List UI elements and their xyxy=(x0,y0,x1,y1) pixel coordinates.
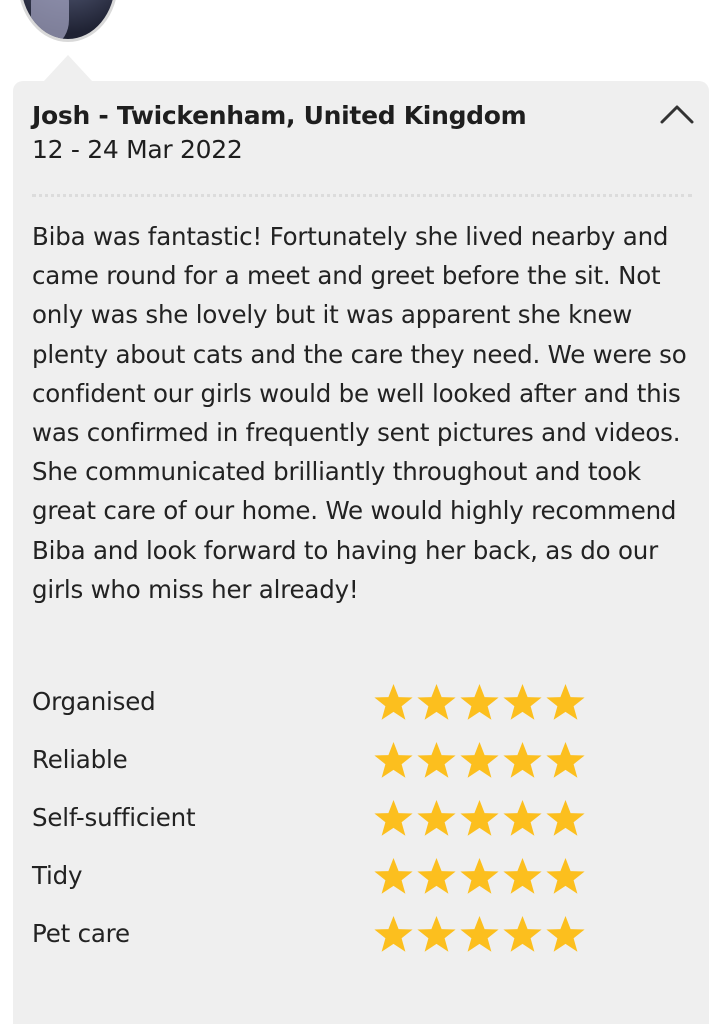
avatar-image-detail xyxy=(31,0,69,39)
star-rating xyxy=(372,914,587,954)
star-filled-icon xyxy=(460,742,499,778)
star-filled-icon xyxy=(417,916,456,952)
rating-row-self-sufficient: Self-sufficient xyxy=(32,796,692,854)
star-filled-icon xyxy=(460,858,499,894)
star-filled-icon xyxy=(417,684,456,720)
review-header[interactable]: Josh - Twickenham, United Kingdom 12 - 2… xyxy=(32,99,682,167)
rating-row-organised: Organised xyxy=(32,680,692,738)
rating-label: Tidy xyxy=(32,861,83,890)
star-filled-icon xyxy=(546,916,585,952)
star-filled-icon xyxy=(546,800,585,836)
star-filled-icon xyxy=(374,916,413,952)
rating-label: Reliable xyxy=(32,745,128,774)
star-filled-icon xyxy=(374,858,413,894)
star-filled-icon xyxy=(503,800,542,836)
star-filled-icon xyxy=(417,858,456,894)
sit-dates: 12 - 24 Mar 2022 xyxy=(32,135,243,164)
star-filled-icon xyxy=(374,800,413,836)
star-filled-icon xyxy=(417,742,456,778)
card-pointer xyxy=(44,55,92,81)
star-filled-icon xyxy=(546,684,585,720)
star-filled-icon xyxy=(460,800,499,836)
star-filled-icon xyxy=(503,742,542,778)
star-filled-icon xyxy=(374,684,413,720)
star-rating xyxy=(372,682,587,722)
star-rating xyxy=(372,856,587,896)
star-rating xyxy=(372,740,587,780)
star-filled-icon xyxy=(374,742,413,778)
star-filled-icon xyxy=(503,684,542,720)
rating-row-tidy: Tidy xyxy=(32,854,692,912)
star-filled-icon xyxy=(460,684,499,720)
chevron-up-icon[interactable] xyxy=(659,101,695,127)
star-filled-icon xyxy=(503,858,542,894)
star-filled-icon xyxy=(546,742,585,778)
rating-label: Pet care xyxy=(32,919,130,948)
reviewer-avatar xyxy=(18,0,118,42)
reviewer-name: Josh - Twickenham, United Kingdom xyxy=(32,101,527,130)
rating-row-pet-care: Pet care xyxy=(32,912,692,970)
divider xyxy=(32,194,692,197)
review-card: Josh - Twickenham, United Kingdom 12 - 2… xyxy=(13,81,709,1024)
review-text: Biba was fantastic! Fortunately she live… xyxy=(32,222,687,604)
star-filled-icon xyxy=(417,800,456,836)
rating-row-reliable: Reliable xyxy=(32,738,692,796)
ratings-list: Organised Reliable Self-sufficient Tidy … xyxy=(32,680,692,970)
star-filled-icon xyxy=(503,916,542,952)
star-filled-icon xyxy=(460,916,499,952)
rating-label: Organised xyxy=(32,687,156,716)
star-filled-icon xyxy=(546,858,585,894)
rating-label: Self-sufficient xyxy=(32,803,196,832)
star-rating xyxy=(372,798,587,838)
